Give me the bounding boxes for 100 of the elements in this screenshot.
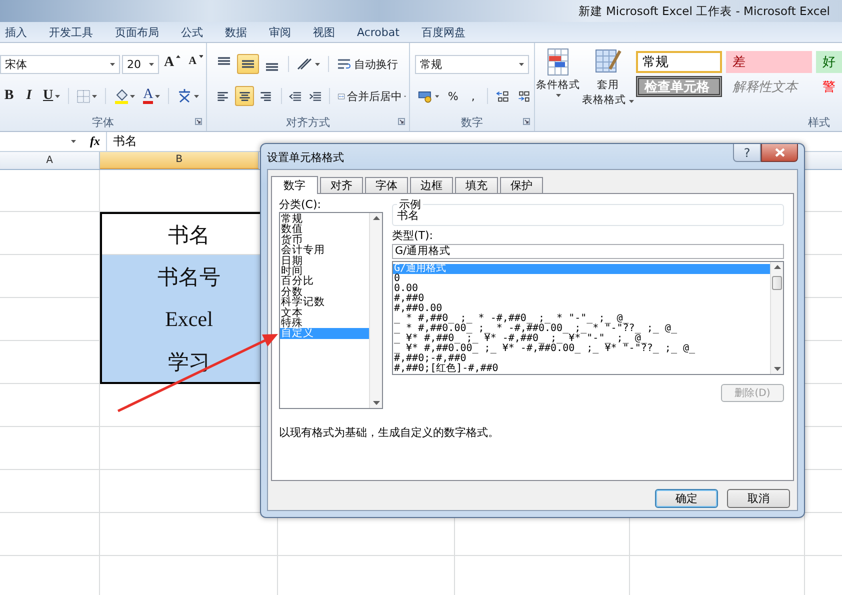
ribbon-tab[interactable]: 百度网盘 <box>420 24 466 40</box>
indent-icon <box>309 90 322 102</box>
align-middle-button[interactable] <box>237 54 259 74</box>
dialog-launcher-icon[interactable] <box>523 118 530 125</box>
font-size-dropdown[interactable]: 20 <box>122 54 160 74</box>
ok-button[interactable]: 确定 <box>655 489 718 508</box>
wrap-text-icon <box>337 58 352 70</box>
ribbon-tab[interactable]: 公式 <box>180 24 204 40</box>
category-item[interactable]: 百分比 <box>280 276 369 287</box>
group-label: 样式 <box>808 114 830 130</box>
cancel-button[interactable]: 取消 <box>727 489 790 508</box>
merge-center-button[interactable]: 合并后居中 <box>335 86 409 106</box>
cell-style[interactable]: 解释性文本 <box>726 76 812 97</box>
ribbon-tab[interactable]: 页面布局 <box>114 24 160 40</box>
window-title: 新建 Microsoft Excel 工作表 - Microsoft Excel <box>578 4 830 18</box>
category-item[interactable]: 特殊 <box>280 318 369 328</box>
category-item[interactable]: 数值 <box>280 224 369 235</box>
dialog-tab[interactable]: 边框 <box>410 177 453 193</box>
category-item[interactable]: 常规 <box>280 214 369 224</box>
format-item[interactable]: 0.00 <box>393 284 770 294</box>
category-item[interactable]: 分数 <box>280 286 369 298</box>
format-item[interactable]: _ ¥* #,##0.00_ ;_ ¥* -#,##0.00_ ;_ ¥* "-"??_ ;_ @_ <box>393 344 770 354</box>
cell-style[interactable]: 警 <box>816 76 842 97</box>
column-header[interactable]: B <box>100 152 259 169</box>
scroll-down-arrow <box>774 367 780 371</box>
group-label: 对齐方式 <box>286 114 330 130</box>
align-right-icon <box>259 90 273 102</box>
dialog-launcher-icon[interactable] <box>195 118 202 125</box>
category-list[interactable]: 常规 数值 货币 会计专用 日期 时间 百分比 分数 科学记数 文本 特殊 自定义 <box>279 212 383 409</box>
category-item[interactable]: 会计专用 <box>280 245 369 256</box>
font-color-button[interactable]: A <box>140 86 164 106</box>
italic-button[interactable]: I <box>20 86 38 106</box>
ribbon-tab[interactable]: 插入 <box>4 24 28 40</box>
text-angle-icon <box>297 58 313 70</box>
format-item[interactable]: _ * #,##0_ ;_ * -#,##0_ ;_ * "-"_ ;_ @_ <box>393 314 770 324</box>
dialog-tab[interactable]: 字体 <box>365 177 408 193</box>
increase-icon <box>176 55 181 58</box>
insert-function-button[interactable]: fx <box>84 134 106 149</box>
dialog-tab[interactable]: 保护 <box>500 177 543 193</box>
align-center-button[interactable] <box>234 86 254 106</box>
ribbon-tab[interactable]: 审阅 <box>268 24 292 40</box>
align-top-icon <box>216 57 232 65</box>
category-item[interactable]: 时间 <box>280 266 369 276</box>
decrease-icon <box>198 55 203 58</box>
format-item[interactable]: #,##0;[红色]-#,##0 <box>393 364 770 374</box>
dialog-launcher-icon[interactable] <box>398 118 405 125</box>
caret-icon <box>519 62 524 66</box>
scroll-up-arrow <box>372 216 380 220</box>
category-item[interactable]: 日期 <box>280 256 369 266</box>
format-item[interactable]: 0 <box>393 274 770 284</box>
underline-button[interactable]: U <box>40 86 64 106</box>
align-bottom-icon <box>264 63 280 71</box>
sample-value: 书名 <box>397 210 419 222</box>
cell-style[interactable]: 好 <box>816 51 842 73</box>
type-input[interactable]: G/通用格式 <box>392 244 784 259</box>
grow-font-button[interactable]: A <box>161 54 184 74</box>
comma-button[interactable]: , <box>464 86 482 106</box>
cell-style[interactable]: 差 <box>726 51 812 73</box>
dialog-tab[interactable]: 填充 <box>455 177 498 193</box>
ribbon-tab[interactable]: 开发工具 <box>48 24 94 40</box>
format-item[interactable]: _ ¥* #,##0_ ;_ ¥* -#,##0_ ;_ ¥* "-"_ ;_ @_ <box>393 334 770 344</box>
align-center-icon <box>238 90 252 102</box>
format-item[interactable]: #,##0.00 <box>393 304 770 314</box>
category-item[interactable]: 货币 <box>280 234 369 246</box>
shrink-font-button[interactable]: A <box>186 54 206 74</box>
caret-icon <box>194 94 200 98</box>
paint-bucket-icon <box>114 88 128 104</box>
close-button[interactable] <box>761 144 798 162</box>
category-item[interactable]: 文本 <box>280 308 369 318</box>
font-name-dropdown[interactable]: 宋体 <box>0 54 120 74</box>
scroll-thumb[interactable] <box>772 276 782 290</box>
scrollbar[interactable] <box>369 213 382 408</box>
format-item[interactable]: #,##0 <box>393 294 770 304</box>
percent-button[interactable]: % <box>444 86 462 106</box>
help-button[interactable]: ? <box>733 144 761 162</box>
format-as-table-button[interactable]: 套用 表格格式 <box>582 43 634 107</box>
number-format-dropdown[interactable]: 常规 <box>415 54 529 74</box>
caret-icon <box>155 94 160 98</box>
ribbon-tab[interactable]: 数据 <box>224 24 248 40</box>
scrollbar[interactable] <box>770 262 783 374</box>
scroll-up-arrow <box>774 265 780 269</box>
dialog-tab[interactable]: 数字 <box>271 176 318 194</box>
bold-button[interactable]: B <box>0 86 18 106</box>
format-item[interactable]: _ * #,##0.00_ ;_ * -#,##0.00_ ;_ * "-"??_ ;_ @_ <box>393 324 770 334</box>
format-item[interactable]: #,##0;-#,##0 <box>393 354 770 364</box>
phonetic-icon <box>177 89 192 103</box>
caret-icon <box>92 94 98 98</box>
dialog-tab[interactable]: 对齐 <box>320 177 363 193</box>
caret-icon <box>130 94 136 98</box>
ribbon-tab[interactable]: 视图 <box>312 24 336 40</box>
group-label: 数字 <box>461 114 483 130</box>
decimal-icon <box>517 90 531 102</box>
wrap-text-button[interactable]: 自动换行 <box>334 54 401 74</box>
cell-style[interactable]: 常规 <box>636 51 722 73</box>
category-item[interactable]: 科学记数 <box>280 297 369 308</box>
ribbon-tab[interactable]: Acrobat <box>356 26 400 38</box>
conditional-formatting-button[interactable]: 条件格式 <box>536 43 580 97</box>
caret-icon <box>71 140 76 143</box>
format-list[interactable] <box>392 261 784 375</box>
scroll-down-arrow <box>372 401 380 405</box>
